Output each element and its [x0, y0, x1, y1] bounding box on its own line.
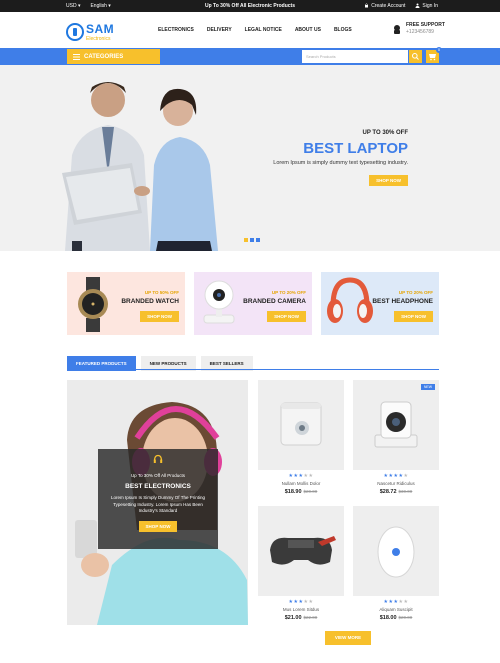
side-promo-overlay: Up To 30% Off All Products BEST ELECTRON… — [98, 449, 218, 549]
cart-button[interactable]: 0 — [426, 47, 442, 63]
slider-dot-1[interactable] — [244, 238, 248, 242]
promo-card-camera[interactable]: UP TO 20% OFF BRANDED CAMERA SHOP NOW — [194, 272, 312, 335]
logo-sub-text: Electronics — [86, 36, 111, 42]
lock-icon — [365, 3, 369, 8]
promo-offer: UP TO 50% OFF — [144, 290, 179, 295]
rating-stars: ★★★★★ — [383, 599, 409, 605]
promo-title: BRANDED CAMERA — [243, 298, 306, 305]
headphones-icon — [153, 454, 163, 463]
nav-about-us[interactable]: ABOUT US — [295, 27, 321, 33]
hero-description: Lorem Ipsum is simply dummy text typeset… — [273, 160, 408, 166]
old-price: $22.00 — [303, 615, 318, 620]
search-input[interactable]: Search Products — [302, 50, 408, 63]
headset-icon — [394, 24, 400, 34]
promo-offer: UP TO 20% OFF — [398, 290, 433, 295]
product-name[interactable]: Mus Lorem Sitdus — [258, 607, 344, 612]
watch-image — [78, 277, 108, 332]
product-image — [353, 506, 439, 596]
product-image: NEW — [353, 380, 439, 470]
product-name[interactable]: Nascetur Ridiculus — [353, 481, 439, 486]
search-button[interactable] — [409, 50, 422, 63]
site-logo[interactable]: SAM Electronics — [66, 21, 114, 42]
product-image — [258, 380, 344, 470]
side-promo-title: BEST ELECTRONICS — [125, 483, 191, 490]
hero-text: UP TO 30% OFF BEST LAPTOP Lorem Ipsum is… — [273, 130, 408, 187]
product-price: $18.00 $20.00 — [353, 615, 439, 621]
promo-offer: UP TO 20% OFF — [271, 290, 306, 295]
rating-stars: ★★★★★ — [288, 599, 314, 605]
support-phone: +123456789 — [406, 28, 434, 35]
old-price: $20.00 — [303, 489, 318, 494]
old-price: $20.00 — [398, 615, 413, 620]
product-card[interactable]: ★★★★★ Nullam Mollis Dolor $18.90 $20.00 — [258, 380, 344, 497]
product-name[interactable]: Nullam Mollis Dolor — [258, 481, 344, 486]
side-promo-shop-now-button[interactable]: SHOP NOW — [138, 520, 178, 532]
slider-dot-2[interactable] — [250, 238, 254, 242]
product-price: $28.72 $30.00 — [353, 489, 439, 495]
sign-in-link[interactable]: Sign In — [415, 3, 438, 9]
categories-label: CATEGORIES — [84, 53, 124, 60]
promo-shop-now-button[interactable]: SHOP NOW — [267, 311, 306, 322]
tab-divider — [67, 369, 439, 370]
product-card[interactable]: NEW ★★★★★ Nascetur Ridiculus $28.72 $30.0… — [353, 380, 439, 497]
product-price: $21.00 $22.00 — [258, 615, 344, 621]
create-account-link[interactable]: Create Account — [364, 3, 405, 9]
categories-button[interactable]: CATEGORIES — [67, 49, 160, 64]
rating-stars: ★★★★★ — [288, 473, 314, 479]
logo-main-text: SAM — [86, 22, 115, 36]
side-promo-description: Lorem Ipsum Is Simply Dummy Of The Print… — [111, 495, 205, 514]
product-image — [258, 506, 344, 596]
current-price: $18.90 — [284, 489, 302, 495]
slider-dot-3[interactable] — [256, 238, 260, 242]
support-block: FREE SUPPORT +123456789 — [392, 22, 445, 35]
site-header: SAM Electronics ELECTRONICS DELIVERY LEG… — [0, 12, 500, 48]
product-card[interactable]: ★★★★★ Mus Lorem Sitdus $21.00 $22.00 — [258, 506, 344, 623]
promo-title: BEST HEADPHONE — [372, 298, 433, 305]
hero-offer: UP TO 30% OFF — [362, 130, 408, 136]
hero-shop-now-button[interactable]: SHOP NOW — [369, 175, 408, 186]
current-price: $18.00 — [379, 615, 397, 621]
menu-icon — [73, 53, 80, 60]
cart-count-badge: 0 — [436, 47, 442, 53]
slider-dots — [244, 238, 260, 242]
promo-title: BRANDED WATCH — [121, 298, 179, 305]
promo-card-watch[interactable]: UP TO 50% OFF BRANDED WATCH SHOP NOW — [67, 272, 185, 335]
nav-delivery[interactable]: DELIVERY — [207, 27, 232, 33]
nav-electronics[interactable]: ELECTRONICS — [158, 27, 194, 33]
current-price: $21.00 — [284, 615, 302, 621]
user-icon — [415, 3, 420, 9]
product-name[interactable]: Aliquam Suscipit — [353, 607, 439, 612]
sign-in-label: Sign In — [422, 3, 438, 9]
top-bar: USD ▾ English ▾ Up To 30% Off All Electr… — [0, 0, 500, 12]
create-account-label: Create Account — [371, 3, 406, 9]
hero-banner: UP TO 30% OFF BEST LAPTOP Lorem Ipsum is… — [0, 65, 500, 251]
nav-blogs[interactable]: BLOGS — [334, 27, 352, 33]
search-icon — [412, 53, 419, 60]
promo-card-headphone[interactable]: UP TO 20% OFF BEST HEADPHONE SHOP NOW — [321, 272, 439, 335]
nav-legal-notice[interactable]: LEGAL NOTICE — [245, 27, 282, 33]
camera-image — [203, 280, 235, 324]
side-promo-offer: Up To 30% Off All Products — [130, 473, 186, 478]
hero-people-image — [62, 82, 218, 251]
side-promo-banner[interactable]: Up To 30% Off All Products BEST ELECTRON… — [67, 380, 248, 625]
promo-shop-now-button[interactable]: SHOP NOW — [394, 311, 433, 322]
view-more-button[interactable]: VIEW MORE — [325, 631, 371, 645]
main-nav: ELECTRONICS DELIVERY LEGAL NOTICE ABOUT … — [158, 27, 352, 33]
new-badge: NEW — [420, 384, 435, 390]
promo-shop-now-button[interactable]: SHOP NOW — [140, 311, 179, 322]
hero-title: BEST LAPTOP — [303, 140, 408, 157]
product-card[interactable]: ★★★★★ Aliquam Suscipit $18.00 $20.00 — [353, 506, 439, 623]
plug-icon — [66, 22, 84, 41]
headphone-image — [327, 277, 373, 323]
rating-stars: ★★★★★ — [383, 473, 409, 479]
category-search-bar: CATEGORIES Search Products 0 — [0, 47, 500, 65]
old-price: $30.00 — [398, 489, 413, 494]
product-price: $18.90 $20.00 — [258, 489, 344, 495]
current-price: $28.72 — [379, 489, 397, 495]
